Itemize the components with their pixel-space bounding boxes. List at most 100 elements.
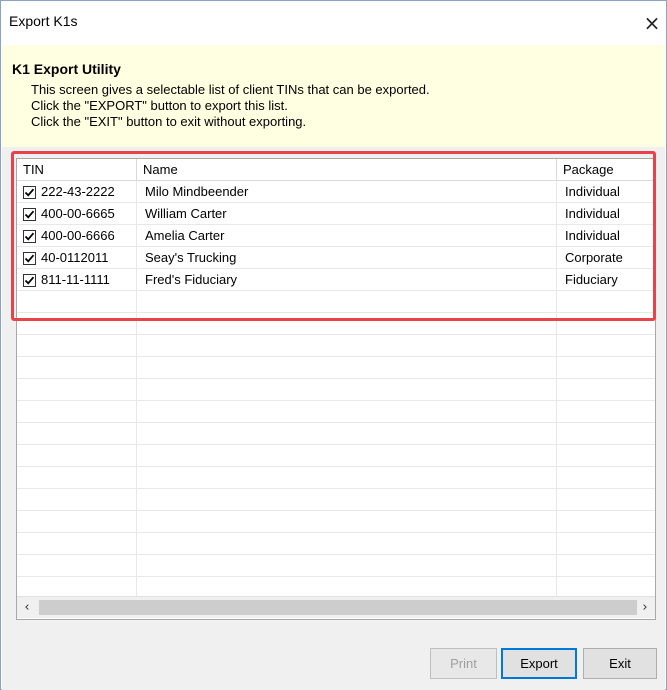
empty-cell <box>137 401 557 423</box>
empty-cell <box>137 467 557 489</box>
horizontal-scrollbar[interactable]: ‹ › <box>17 596 655 618</box>
empty-cell <box>17 401 137 423</box>
empty-cell <box>557 533 655 555</box>
empty-cell <box>17 445 137 467</box>
tin-cell: 222-43-2222 <box>17 181 137 203</box>
tin-value: 40-0112011 <box>41 250 109 265</box>
empty-cell <box>137 379 557 401</box>
checkmark-icon <box>24 254 35 263</box>
empty-cell <box>557 357 655 379</box>
row-checkbox[interactable] <box>23 274 36 287</box>
table-row[interactable]: 811-11-1111 Fred's Fiduciary Fiduciary <box>17 269 655 291</box>
instruction-line: This screen gives a selectable list of c… <box>31 82 430 97</box>
scroll-right-arrow-icon[interactable]: › <box>635 597 655 618</box>
tin-cell: 400-00-6666 <box>17 225 137 247</box>
package-cell: Individual <box>565 184 620 199</box>
instruction-line: Click the "EXIT" button to exit without … <box>31 114 307 129</box>
instruction-line: Click the "EXPORT" button to export this… <box>31 98 288 113</box>
empty-cell <box>17 489 137 511</box>
tin-cell: 400-00-6665 <box>17 203 137 225</box>
empty-row <box>17 379 655 401</box>
tin-value: 400-00-6665 <box>41 206 115 221</box>
client-tin-list[interactable]: TIN Name Package 222-43-2222 Milo Mindbee… <box>16 158 656 620</box>
table-row[interactable]: 400-00-6665 William Carter Individual <box>17 203 655 225</box>
empty-cell <box>557 423 655 445</box>
row-checkbox[interactable] <box>23 230 36 243</box>
name-cell: Amelia Carter <box>137 225 557 247</box>
empty-cell <box>17 313 137 335</box>
empty-cell <box>137 533 557 555</box>
column-header-name[interactable]: Name <box>137 159 557 181</box>
table-row[interactable]: 222-43-2222 Milo Mindbeender Individual <box>17 181 655 203</box>
empty-cell <box>557 401 655 423</box>
exit-button[interactable]: Exit <box>583 648 657 679</box>
empty-cell <box>557 335 655 357</box>
empty-cell <box>557 489 655 511</box>
export-button[interactable]: Export <box>501 648 577 679</box>
empty-cell <box>137 423 557 445</box>
checkmark-icon <box>24 276 35 285</box>
tin-value: 222-43-2222 <box>41 184 115 199</box>
empty-cell <box>557 379 655 401</box>
empty-cell <box>17 335 137 357</box>
column-header-tin[interactable]: TIN <box>17 159 137 181</box>
empty-cell <box>17 555 137 577</box>
empty-cell <box>557 291 655 313</box>
package-cell: Corporate <box>565 250 623 265</box>
print-button[interactable]: Print <box>430 648 497 679</box>
empty-row <box>17 291 655 313</box>
empty-cell <box>137 511 557 533</box>
package-cell: Individual <box>565 206 620 221</box>
name-cell: Seay's Trucking <box>137 247 557 269</box>
empty-cell <box>17 511 137 533</box>
list-header: TIN Name Package <box>17 159 655 181</box>
empty-row <box>17 445 655 467</box>
empty-cell <box>17 291 137 313</box>
empty-cell <box>17 467 137 489</box>
package-cell: Individual <box>565 228 620 243</box>
list-rows: 222-43-2222 Milo Mindbeender Individual 400… <box>17 181 655 599</box>
row-checkbox[interactable] <box>23 208 36 221</box>
scroll-thumb[interactable] <box>39 600 637 615</box>
tin-value: 811-11-1111 <box>41 272 110 287</box>
title-bar: Export K1s × <box>1 1 666 45</box>
empty-row <box>17 555 655 577</box>
column-header-package[interactable]: Package <box>557 159 655 181</box>
empty-cell <box>557 511 655 533</box>
empty-cell <box>17 357 137 379</box>
empty-cell <box>557 467 655 489</box>
empty-row <box>17 511 655 533</box>
tin-cell: 40-0112011 <box>17 247 137 269</box>
empty-cell <box>137 489 557 511</box>
table-row[interactable]: 40-0112011 Seay's Trucking Corporate <box>17 247 655 269</box>
empty-row <box>17 357 655 379</box>
row-checkbox[interactable] <box>23 252 36 265</box>
empty-cell <box>17 533 137 555</box>
empty-cell <box>137 313 557 335</box>
name-cell: Milo Mindbeender <box>137 181 557 203</box>
name-cell: Fred's Fiduciary <box>137 269 557 291</box>
table-row[interactable]: 400-00-6666 Amelia Carter Individual <box>17 225 655 247</box>
empty-cell <box>17 423 137 445</box>
info-panel: K1 Export Utility This screen gives a se… <box>2 45 665 147</box>
checkmark-icon <box>24 188 35 197</box>
checkmark-icon <box>24 232 35 241</box>
empty-cell <box>137 357 557 379</box>
scroll-left-arrow-icon[interactable]: ‹ <box>17 597 37 618</box>
tin-value: 400-00-6666 <box>41 228 115 243</box>
empty-row <box>17 313 655 335</box>
row-checkbox[interactable] <box>23 186 36 199</box>
empty-row <box>17 335 655 357</box>
checkmark-icon <box>24 210 35 219</box>
package-cell: Fiduciary <box>565 272 618 287</box>
name-cell: William Carter <box>137 203 557 225</box>
empty-cell <box>557 445 655 467</box>
close-icon[interactable]: × <box>638 13 666 35</box>
tin-cell: 811-11-1111 <box>17 269 137 291</box>
empty-cell <box>557 313 655 335</box>
empty-cell <box>137 291 557 313</box>
empty-cell <box>137 445 557 467</box>
empty-cell <box>137 335 557 357</box>
empty-row <box>17 423 655 445</box>
empty-row <box>17 489 655 511</box>
